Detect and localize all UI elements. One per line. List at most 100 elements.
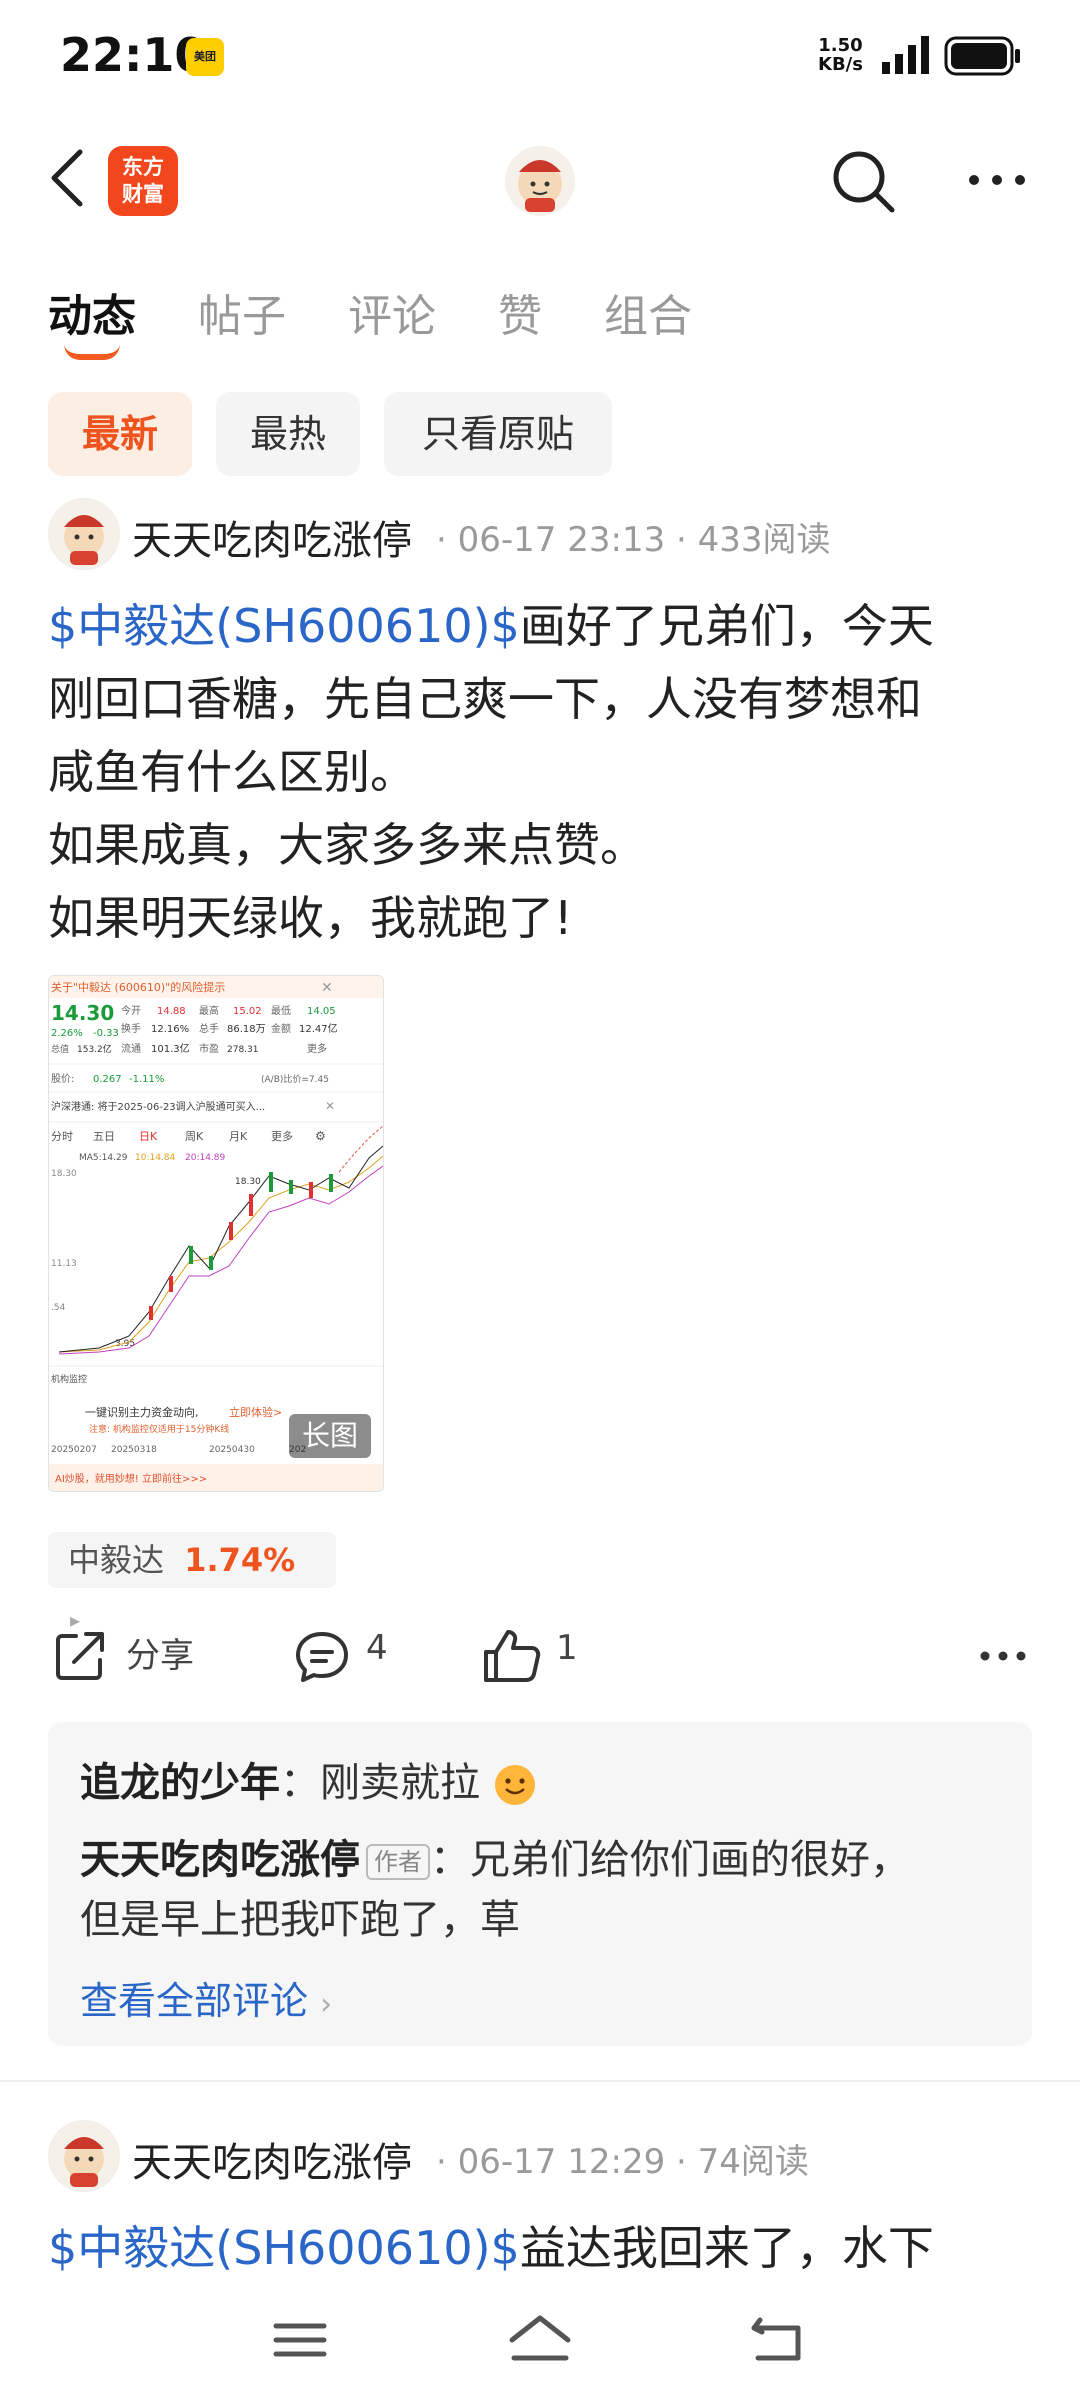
tab-portfolio[interactable]: 组合 bbox=[604, 280, 692, 344]
stock-link[interactable]: $中毅达(SH600610)$ bbox=[48, 599, 520, 653]
post-more-icon[interactable] bbox=[978, 1646, 1028, 1666]
r3-1: 153.2亿 bbox=[77, 1043, 112, 1055]
ai-bar: AI炒股，就用妙想! 立即前往>>> bbox=[55, 1472, 207, 1485]
stock-chip[interactable]: 中毅达 1.74% ▸ bbox=[48, 1532, 336, 1632]
post-line-5: 如果明天绿收，我就跑了! bbox=[48, 891, 573, 945]
user-avatar-icon[interactable] bbox=[505, 146, 575, 216]
date-1: 20250318 bbox=[111, 1445, 157, 1455]
thumb-change-abs: -0.33 bbox=[93, 1028, 119, 1039]
r3-4: 市盈 bbox=[199, 1042, 219, 1055]
close-icon: ✕ bbox=[321, 980, 333, 996]
filter-latest[interactable]: 最新 bbox=[48, 392, 192, 476]
chevron-right-icon: › bbox=[320, 1987, 333, 2022]
app-logo[interactable]: 东方 财富 bbox=[108, 146, 178, 216]
r3-2: 流通 bbox=[121, 1042, 141, 1055]
post-meta: · 06-17 12:29 · 74阅读 bbox=[436, 2134, 809, 2183]
tab-dynamic[interactable]: 动态 bbox=[48, 280, 136, 344]
search-icon[interactable] bbox=[828, 146, 898, 216]
k-tab-0: 分时 bbox=[51, 1130, 73, 1143]
close-notice-icon: ✕ bbox=[325, 1099, 335, 1113]
post-image-thumbnail[interactable]: 关于"中毅达 (600610)"的风险提示 ✕ 14.30 2.26% -0.3… bbox=[48, 975, 384, 1492]
comment-count[interactable]: 4 bbox=[366, 1628, 388, 1668]
thumb-change-pct: 2.26% bbox=[51, 1028, 83, 1039]
comment-2-line-1: 天天吃肉吃涨停 作者 ：兄弟们给你们画的很好， bbox=[80, 1830, 910, 1890]
smile-emoji-icon bbox=[494, 1765, 535, 1805]
like-count[interactable]: 1 bbox=[556, 1628, 578, 1668]
post-divider bbox=[0, 2080, 1080, 2082]
post-date: 06-17 12:29 bbox=[457, 2142, 666, 2182]
r1-1: 14.88 bbox=[157, 1006, 186, 1017]
peak-label: 18.30 bbox=[235, 1177, 261, 1187]
r3-5: 278.31 bbox=[227, 1045, 259, 1055]
post-body[interactable]: $中毅达(SH600610)$画好了兄弟们，今天 刚回口香糖，先自己爽一下，人没… bbox=[48, 590, 1038, 955]
long-image-badge: 长图 bbox=[289, 1414, 371, 1458]
y-low: .54 bbox=[51, 1303, 66, 1313]
back-icon[interactable] bbox=[48, 148, 88, 208]
k-tab-4: 月K bbox=[229, 1130, 248, 1143]
post-reads: 433阅读 bbox=[697, 520, 831, 560]
post-line-3: 咸鱼有什么区别。 bbox=[48, 745, 416, 799]
active-tab-indicator bbox=[64, 344, 120, 360]
candles bbox=[149, 1172, 333, 1320]
tab-likes[interactable]: 赞 bbox=[498, 280, 542, 344]
r1-3: 15.02 bbox=[233, 1006, 262, 1017]
comment-text: 兄弟们给你们画的很好， bbox=[470, 1837, 910, 1883]
r3-0: 总值 bbox=[51, 1043, 69, 1055]
more-options-icon[interactable] bbox=[962, 160, 1032, 200]
comment-icon[interactable] bbox=[294, 1630, 350, 1684]
ah-ratio: (A/B)比价=7.45 bbox=[261, 1073, 329, 1085]
ma5: MA5:14.29 bbox=[79, 1153, 128, 1163]
post-reads: 74阅读 bbox=[697, 2142, 809, 2182]
k-tab-3: 周K bbox=[185, 1130, 204, 1143]
ah-label: 股价: bbox=[51, 1073, 74, 1085]
r2-3: 86.18万 bbox=[227, 1024, 266, 1035]
back-nav-icon[interactable] bbox=[740, 2310, 820, 2370]
post-body[interactable]: $中毅达(SH600610)$益达我回来了，水下 bbox=[48, 2212, 1038, 2285]
share-button[interactable]: 分享 bbox=[126, 1628, 194, 1677]
commenter-name[interactable]: 追龙的少年 bbox=[80, 1760, 280, 1806]
tab-posts[interactable]: 帖子 bbox=[198, 280, 286, 344]
colon: ： bbox=[430, 1837, 470, 1883]
ma20: 20:14.89 bbox=[185, 1153, 226, 1163]
author-avatar[interactable] bbox=[48, 2120, 120, 2192]
home-icon[interactable] bbox=[500, 2310, 580, 2370]
comment-2: 天天吃肉吃涨停 作者 ：兄弟们给你们画的很好， 但是早上把我吓跑了，草 bbox=[80, 1830, 910, 1950]
commenter-name[interactable]: 天天吃肉吃涨停 bbox=[80, 1837, 360, 1883]
tab-comments[interactable]: 评论 bbox=[348, 280, 436, 344]
r1-0: 今开 bbox=[121, 1004, 141, 1017]
colon: ： bbox=[280, 1760, 320, 1806]
view-all-label: 查看全部评论 bbox=[80, 1979, 309, 2023]
share-icon[interactable] bbox=[52, 1628, 108, 1684]
meta-dot: · bbox=[665, 520, 698, 560]
meta-dot: · bbox=[665, 2142, 698, 2182]
ah-pct: -1.11% bbox=[129, 1074, 164, 1085]
like-icon[interactable] bbox=[482, 1628, 542, 1684]
author-tag: 作者 bbox=[366, 1844, 430, 1880]
r2-0: 换手 bbox=[121, 1022, 141, 1035]
post-line-1: $中毅达(SH600610)$益达我回来了，水下 bbox=[48, 2212, 1038, 2285]
r1-5: 14.05 bbox=[307, 1006, 336, 1017]
chip-stock-name: 中毅达 bbox=[68, 1541, 165, 1579]
stock-link[interactable]: $中毅达(SH600610)$ bbox=[48, 2221, 520, 2275]
menu-icon[interactable] bbox=[260, 2310, 340, 2370]
post-author[interactable]: 天天吃肉吃涨停 bbox=[132, 508, 412, 566]
comment-text-line2: 但是早上把我吓跑了，草 bbox=[80, 1897, 520, 1943]
filter-original-only[interactable]: 只看原贴 bbox=[384, 392, 612, 476]
battery-icon bbox=[944, 36, 1020, 76]
speed-value: 1.50 bbox=[818, 35, 863, 56]
meta-dot: · bbox=[436, 520, 458, 560]
notice: 沪深港通: 将于2025-06-23调入沪股通可买入... bbox=[51, 1100, 265, 1113]
date-2: 20250430 bbox=[209, 1445, 255, 1455]
r2-4: 金额 bbox=[271, 1022, 291, 1035]
signal-icon bbox=[882, 36, 929, 74]
y-mid: 11.13 bbox=[51, 1259, 77, 1269]
filter-hot[interactable]: 最热 bbox=[216, 392, 360, 476]
meituan-notification-icon: 美团 bbox=[186, 38, 224, 76]
view-all-comments-link[interactable]: 查看全部评论 › bbox=[80, 1970, 332, 2025]
promo-note: 注意: 机构监控仅适用于15分钟K线 bbox=[89, 1423, 229, 1435]
post-line-4: 如果成真，大家多多来点赞。 bbox=[48, 818, 646, 872]
author-avatar[interactable] bbox=[48, 498, 120, 570]
network-speed: 1.50 KB/s bbox=[818, 36, 863, 74]
date-0: 20250207 bbox=[51, 1445, 97, 1455]
post-author[interactable]: 天天吃肉吃涨停 bbox=[132, 2130, 412, 2188]
